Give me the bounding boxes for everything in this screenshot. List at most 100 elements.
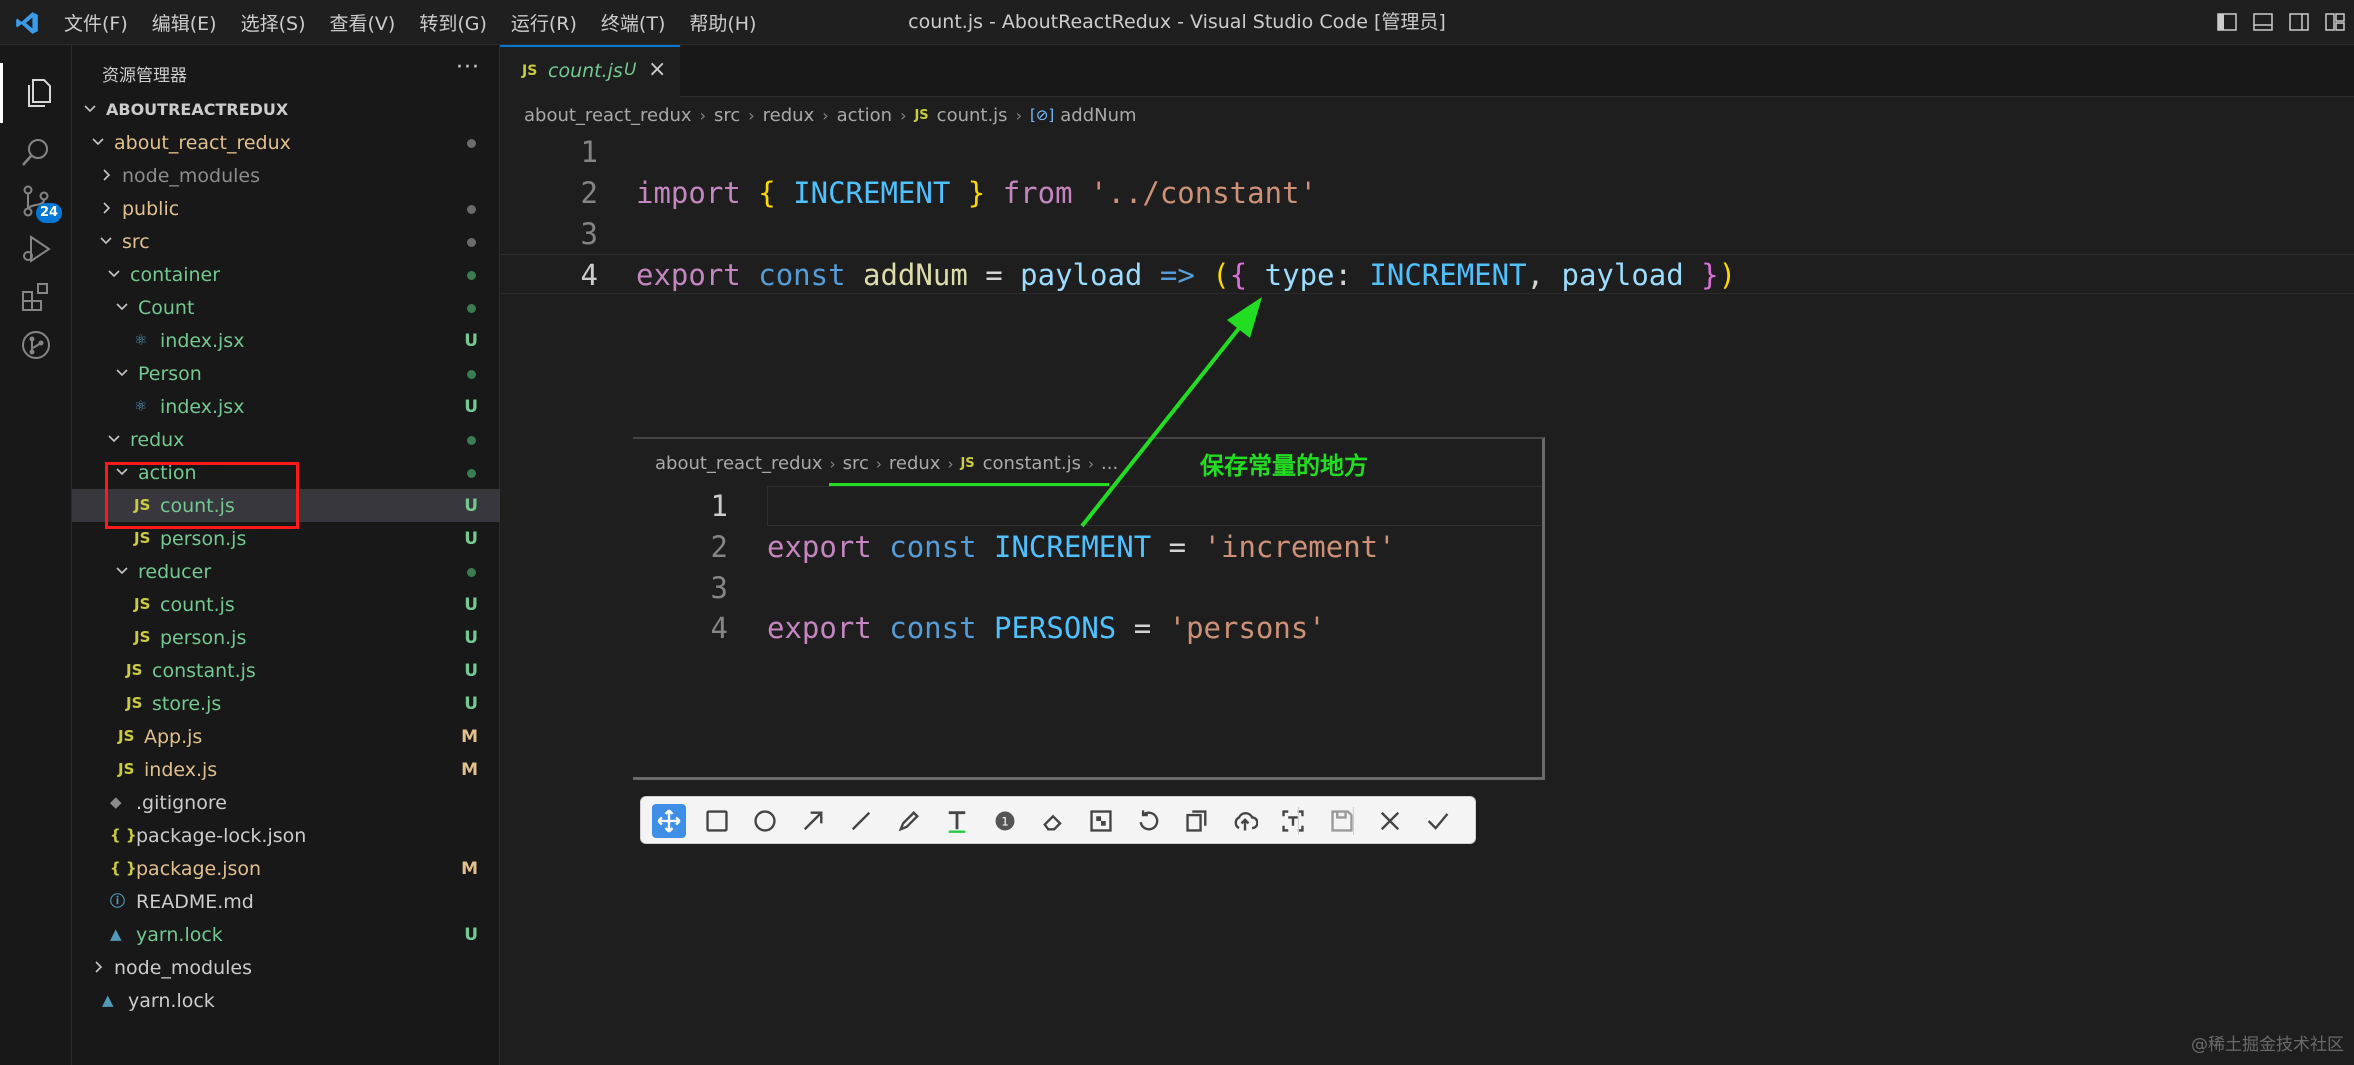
tree-file[interactable]: JS constant.js U <box>72 654 500 687</box>
toggle-secondary-sidebar-icon[interactable] <box>2288 11 2310 33</box>
line-number: 4 <box>580 258 598 292</box>
tree-item-label: README.md <box>136 891 254 913</box>
toolbar-divider <box>1298 807 1299 835</box>
tree-file[interactable]: JS store.js U <box>72 687 500 720</box>
tree-file[interactable]: ⚛ index.jsx U <box>72 390 500 423</box>
chevron-down-icon <box>92 138 104 146</box>
chevron-right-icon: › <box>822 105 829 125</box>
tree-file[interactable]: JS person.js U <box>72 621 500 654</box>
move-icon <box>657 809 680 833</box>
line-tool-button[interactable] <box>844 804 878 838</box>
tree-folder[interactable]: src <box>72 225 500 258</box>
chevron-right-icon <box>103 169 111 181</box>
number-marker-tool-button[interactable]: 1 <box>988 804 1022 838</box>
more-actions-button[interactable]: ··· <box>456 55 480 80</box>
close-icon[interactable]: × <box>648 57 666 82</box>
chevron-right-icon: › <box>829 454 836 473</box>
customize-layout-icon[interactable] <box>2324 11 2346 33</box>
menu-item[interactable]: 终端(T) <box>601 9 665 36</box>
pen-tool-button[interactable] <box>892 804 926 838</box>
mosaic-tool-button[interactable] <box>1084 804 1118 838</box>
tree-folder[interactable]: redux <box>72 423 500 456</box>
tree-file[interactable]: ⚛ index.jsx U <box>72 324 500 357</box>
close-tool-button[interactable] <box>1373 804 1407 838</box>
text-tool-button[interactable] <box>940 804 974 838</box>
explorer-sidebar: 资源管理器 ··· ABOUTREACTREDUX about_react_red… <box>72 45 500 1065</box>
tree-file[interactable]: ◆ .gitignore <box>72 786 500 819</box>
tree-file[interactable]: { } package-lock.json <box>72 819 500 852</box>
git-status-badge: U <box>464 694 478 714</box>
git-status-badge: U <box>464 628 478 648</box>
undo-tool-button[interactable] <box>1132 804 1166 838</box>
code-token: const <box>889 611 977 645</box>
tree-file[interactable]: JS App.js M <box>72 720 500 753</box>
menu-item[interactable]: 转到(G) <box>419 9 487 36</box>
eraser-tool-button[interactable] <box>1036 804 1070 838</box>
toggle-primary-sidebar-icon[interactable] <box>2216 11 2238 33</box>
yarn-file-icon: ▲ <box>102 991 114 1009</box>
tree-file[interactable]: JS index.js M <box>72 753 500 786</box>
code-line: 2 import { INCREMENT } from '../constant' <box>500 173 2354 213</box>
rectangle-tool-button[interactable] <box>700 804 734 838</box>
arrow-tool-button[interactable] <box>796 804 830 838</box>
move-tool-button[interactable] <box>651 804 686 838</box>
line-number: 2 <box>710 530 728 564</box>
chevron-right-icon: › <box>1015 105 1022 125</box>
tree-folder[interactable]: Person <box>72 357 500 390</box>
breadcrumb-item[interactable]: src <box>714 105 740 126</box>
menu-item[interactable]: 编辑(E) <box>152 9 217 36</box>
breadcrumb-file[interactable]: count.js <box>937 105 1008 126</box>
code-token: const <box>889 530 977 564</box>
tree-folder[interactable]: reducer <box>72 555 500 588</box>
tree-folder[interactable]: node_modules <box>72 951 500 984</box>
chevron-right-icon: › <box>1088 454 1094 473</box>
tab-count-js[interactable]: JS count.js U × <box>500 45 680 97</box>
code-token: INCREMENT <box>1369 258 1527 292</box>
git-status-badge: M <box>461 727 478 747</box>
git-graph-activity[interactable] <box>0 315 72 375</box>
tree-file[interactable]: ▲ yarn.lock <box>72 984 500 1017</box>
chevron-right-icon: › <box>699 105 706 125</box>
code-token: PERSONS <box>994 611 1117 645</box>
breadcrumb-item[interactable]: redux <box>763 105 815 126</box>
explorer-activity[interactable] <box>0 63 72 123</box>
menu-bar: 文件(F) 编辑(E) 选择(S) 查看(V) 转到(G) 运行(R) 终端(T) 帮助(H) <box>64 0 780 45</box>
menu-item[interactable]: 查看(V) <box>330 9 396 36</box>
close-icon <box>1380 811 1400 831</box>
menu-item[interactable]: 帮助(H) <box>689 9 756 36</box>
tree-folder[interactable]: Count <box>72 291 500 324</box>
tree-folder[interactable]: ABOUTREACTREDUX <box>72 93 500 126</box>
git-status-badge: U <box>464 661 478 681</box>
upload-tool-button[interactable] <box>1228 804 1262 838</box>
tree-folder[interactable]: about_react_redux <box>72 126 500 159</box>
chevron-down-icon <box>108 435 120 443</box>
tree-file[interactable]: { } package.json M <box>72 852 500 885</box>
menu-item[interactable]: 运行(R) <box>511 9 577 36</box>
toggle-panel-icon[interactable] <box>2252 11 2274 33</box>
tree-folder[interactable]: node_modules <box>72 159 500 192</box>
copy-icon <box>1185 810 1206 832</box>
breadcrumb-symbol[interactable]: addNum <box>1060 105 1136 126</box>
confirm-tool-button[interactable] <box>1421 804 1455 838</box>
tree-item-label: about_react_redux <box>114 132 291 154</box>
tree-folder[interactable]: public <box>72 192 500 225</box>
tree-folder[interactable]: container <box>72 258 500 291</box>
js-file-icon: JS <box>134 628 151 646</box>
ellipse-icon <box>753 810 776 832</box>
ellipse-tool-button[interactable] <box>748 804 782 838</box>
chevron-down-icon <box>84 105 96 113</box>
menu-item[interactable]: 文件(F) <box>64 9 128 36</box>
tree-file[interactable]: ⓘ README.md <box>72 885 500 918</box>
tree-file[interactable]: JS count.js U <box>72 588 500 621</box>
vscode-logo-icon[interactable] <box>14 10 40 36</box>
status-dot <box>467 370 476 379</box>
chevron-right-icon: › <box>947 454 954 473</box>
menu-item[interactable]: 选择(S) <box>241 9 306 36</box>
tree-file[interactable]: ▲ yarn.lock U <box>72 918 500 951</box>
ocr-tool-button[interactable] <box>1276 804 1310 838</box>
breadcrumb-item[interactable]: action <box>837 105 892 126</box>
breadcrumb-item[interactable]: about_react_redux <box>524 105 692 126</box>
copy-tool-button[interactable] <box>1180 804 1214 838</box>
tree-item-label: person.js <box>160 528 247 550</box>
